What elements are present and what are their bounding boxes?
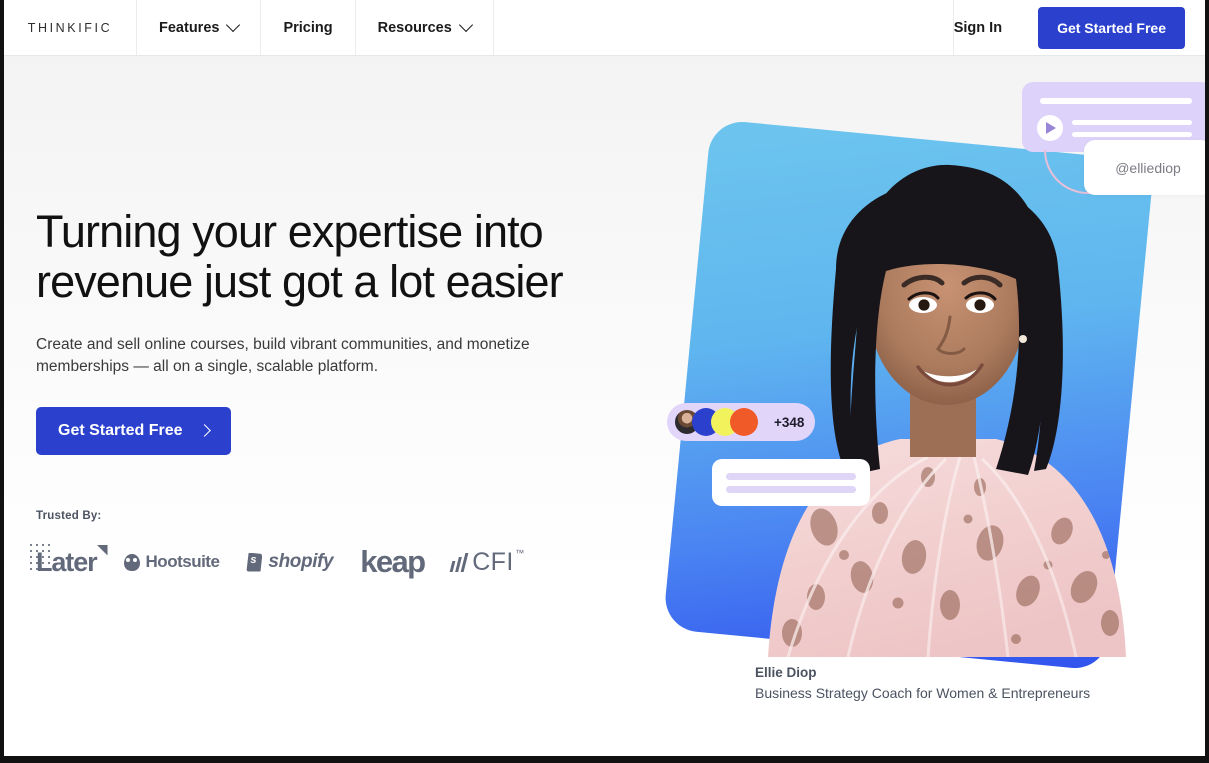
brand-logo-thinkific[interactable]: THINKIFIC xyxy=(4,0,137,55)
page-title: Turning your expertise into revenue just… xyxy=(36,206,596,308)
logo-shopify-text: shopify xyxy=(268,551,334,572)
nav-get-started-free-button[interactable]: Get Started Free xyxy=(1038,6,1185,49)
placeholder-bar xyxy=(1072,132,1192,137)
hero-get-started-free-button[interactable]: Get Started Free xyxy=(36,406,232,455)
placeholder-bar xyxy=(726,473,856,480)
placeholder-bars-card xyxy=(712,459,870,506)
page-viewport: THINKIFIC Features Pricing Resources Sig… xyxy=(4,0,1205,756)
hero-caption: Ellie Diop Business Strategy Coach for W… xyxy=(755,665,1090,701)
browser-window: THINKIFIC Features Pricing Resources Sig… xyxy=(0,0,1209,763)
brand-logo-text: THINKIFIC xyxy=(27,20,113,35)
logo-later: Later xyxy=(28,541,108,578)
placeholder-bar xyxy=(1040,98,1192,104)
member-avatars-pill: +348 xyxy=(667,403,816,441)
caption-name: Ellie Diop xyxy=(755,665,817,680)
hero-copy-block: Turning your expertise into revenue just… xyxy=(36,206,596,455)
nav-right-group: Sign In Get Started Free xyxy=(954,0,1205,55)
avatar-stack xyxy=(673,408,758,436)
nav-item-resources-label: Resources xyxy=(377,19,452,36)
logo-cfi-wrap: CFI ™ xyxy=(472,547,524,577)
avatar xyxy=(730,408,758,436)
sign-in-link[interactable]: Sign In xyxy=(954,20,1002,36)
trademark-symbol: ™ xyxy=(515,547,525,558)
logo-shopify: shopify xyxy=(246,551,334,573)
later-dotgrid-icon xyxy=(28,541,54,572)
logo-hootsuite-text: Hootsuite xyxy=(145,552,220,571)
logo-keap-text: keap xyxy=(360,544,426,579)
hero-cta-label: Get Started Free xyxy=(58,421,183,439)
partner-logo-row: Later Hootsuite shopify keap xyxy=(28,541,596,580)
logo-keap: keap xyxy=(360,544,426,580)
caption-role: Business Strategy Coach for Women & Entr… xyxy=(755,685,1091,701)
later-corner-icon xyxy=(96,544,108,556)
nav-item-pricing-label: Pricing xyxy=(283,19,333,36)
top-navigation-bar: THINKIFIC Features Pricing Resources Sig… xyxy=(4,0,1205,56)
subheading-line-1: Create and sell online courses, build vi… xyxy=(36,335,530,353)
chevron-down-icon xyxy=(458,17,473,32)
logo-cfi: CFI ™ xyxy=(450,547,524,577)
owl-icon xyxy=(123,553,140,571)
nav-left-group: THINKIFIC Features Pricing Resources xyxy=(4,0,494,55)
nav-item-pricing[interactable]: Pricing xyxy=(261,0,356,55)
handle-text: @elliediop xyxy=(1115,159,1181,176)
hero-visual: @elliediop +348 Ellie Diop Business Stra… xyxy=(624,55,1205,756)
avatar-overflow-count: +348 xyxy=(774,414,805,430)
logo-cfi-text: CFI xyxy=(472,547,514,576)
subheading-line-2: memberships — all on a single, scalable … xyxy=(36,357,379,375)
nav-spacer xyxy=(494,0,954,55)
trusted-by-label: Trusted By: xyxy=(36,510,102,522)
headline-line-1: Turning your expertise into xyxy=(36,206,544,257)
hero-section: Turning your expertise into revenue just… xyxy=(4,55,1205,756)
handle-card: @elliediop xyxy=(1084,140,1205,195)
shopping-bag-icon xyxy=(246,552,263,572)
logo-hootsuite: Hootsuite xyxy=(123,552,220,572)
chevron-down-icon xyxy=(226,17,241,32)
nav-item-features-label: Features xyxy=(159,19,220,36)
cfi-bars-icon xyxy=(450,552,469,572)
chevron-right-icon xyxy=(198,424,212,438)
nav-item-resources[interactable]: Resources xyxy=(356,0,494,55)
nav-item-features[interactable]: Features xyxy=(137,0,262,55)
placeholder-bar xyxy=(1072,120,1192,125)
hero-subheading: Create and sell online courses, build vi… xyxy=(36,334,556,378)
placeholder-bar xyxy=(726,486,856,493)
headline-line-2: revenue just got a lot easier xyxy=(36,256,564,308)
trusted-by-section: Trusted By: Later Hootsuite shopify xyxy=(28,510,596,580)
play-icon[interactable] xyxy=(1037,115,1063,141)
